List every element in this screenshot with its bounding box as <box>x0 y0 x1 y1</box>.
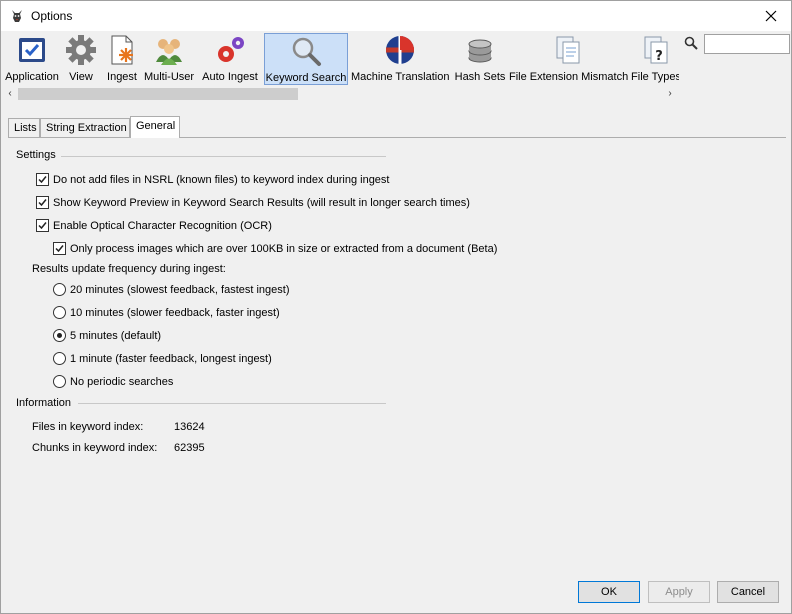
radio-5-minutes[interactable] <box>53 329 66 342</box>
ocr-limit-checkbox[interactable] <box>53 242 66 255</box>
keyword-preview-checkbox-label: Show Keyword Preview in Keyword Search R… <box>53 196 470 209</box>
close-icon <box>765 10 777 22</box>
application-icon <box>19 38 45 62</box>
toolbar-label: File Types <box>631 71 679 83</box>
radio-1-minute[interactable] <box>53 352 66 365</box>
toolbar-hash-sets[interactable]: Hash Sets <box>453 33 507 85</box>
chunks-in-index-value: 62395 <box>174 442 205 454</box>
keyword-preview-checkbox[interactable] <box>36 196 49 209</box>
check-icon <box>38 222 47 230</box>
ocr-checkbox-row[interactable]: Enable Optical Character Recognition (OC… <box>36 219 272 232</box>
update-frequency-label: Results update frequency during ingest: <box>32 263 226 275</box>
nsrl-checkbox[interactable] <box>36 173 49 186</box>
toolbar-label: Auto Ingest <box>202 71 258 83</box>
close-button[interactable] <box>751 1 791 31</box>
radio-10-minutes[interactable] <box>53 306 66 319</box>
gear-icon <box>66 35 96 65</box>
tab-label: Lists <box>14 122 37 134</box>
toolbar-machine-translation[interactable]: Machine Translation <box>351 33 449 85</box>
globe-flags-icon <box>386 36 414 64</box>
radio-10-minutes-row[interactable]: 10 minutes (slower feedback, faster inge… <box>53 306 280 319</box>
information-divider <box>78 403 386 404</box>
svg-text:?: ? <box>655 49 663 64</box>
toolbar-multi-user[interactable]: Multi-User <box>143 33 195 85</box>
autopsy-dog-icon <box>12 10 22 22</box>
toolbar-horizontal-scrollbar[interactable]: ‹ › <box>1 86 679 102</box>
radio-label: 10 minutes (slower feedback, faster inge… <box>70 306 280 319</box>
magnifier-icon <box>292 37 321 66</box>
file-question-icon: ? <box>644 36 668 64</box>
nsrl-checkbox-label: Do not add files in NSRL (known files) t… <box>53 173 390 186</box>
tab-label: String Extraction <box>46 122 127 134</box>
toolbar-view[interactable]: View <box>63 33 99 85</box>
options-window: Options Application View Ingest Multi-Us… <box>0 0 792 614</box>
toolbar-ingest[interactable]: Ingest <box>103 33 141 85</box>
radio-1-minute-row[interactable]: 1 minute (faster feedback, longest inges… <box>53 352 272 365</box>
tab-string-extraction[interactable]: String Extraction <box>40 118 130 137</box>
toolbar-file-types[interactable]: ? File Types <box>629 33 679 85</box>
toolbar-label: Machine Translation <box>351 71 450 83</box>
settings-heading: Settings <box>16 149 56 161</box>
radio-label: 5 minutes (default) <box>70 329 162 342</box>
documents-icon <box>556 36 580 64</box>
radio-label: No periodic searches <box>70 375 174 388</box>
scroll-right-arrow-icon[interactable]: › <box>663 87 677 101</box>
toolbar-label: Keyword Search <box>265 72 347 84</box>
ok-button[interactable]: OK <box>578 581 640 603</box>
toolbar-label: Hash Sets <box>454 71 506 83</box>
keyword-preview-checkbox-row[interactable]: Show Keyword Preview in Keyword Search R… <box>36 196 470 209</box>
files-in-index-label: Files in keyword index: <box>32 421 144 433</box>
scroll-left-arrow-icon[interactable]: ‹ <box>3 87 17 101</box>
toolbar-label: File Extension Mismatch <box>509 71 629 83</box>
search-icon <box>684 36 698 50</box>
files-in-index-value: 13624 <box>174 421 205 433</box>
check-icon <box>38 176 47 184</box>
apply-button[interactable]: Apply <box>648 581 710 603</box>
ingest-icon <box>111 35 133 65</box>
check-icon <box>38 199 47 207</box>
check-icon <box>55 245 64 253</box>
radio-label: 1 minute (faster feedback, longest inges… <box>70 352 272 365</box>
options-toolbar: Application View Ingest Multi-User Auto … <box>1 31 679 85</box>
database-icon <box>468 39 492 63</box>
radio-no-periodic-row[interactable]: No periodic searches <box>53 375 173 388</box>
radio-20-minutes-row[interactable]: 20 minutes (slowest feedback, fastest in… <box>53 283 290 296</box>
toolbar-label: Application <box>5 71 59 83</box>
ocr-limit-checkbox-row[interactable]: Only process images which are over 100KB… <box>53 242 497 255</box>
radio-label: 20 minutes (slowest feedback, fastest in… <box>70 283 290 296</box>
nsrl-checkbox-row[interactable]: Do not add files in NSRL (known files) t… <box>36 173 389 186</box>
settings-divider <box>61 156 386 157</box>
information-heading: Information <box>16 397 72 409</box>
tab-lists[interactable]: Lists <box>8 118 40 137</box>
radio-5-minutes-row[interactable]: 5 minutes (default) <box>53 329 161 342</box>
ocr-checkbox-label: Enable Optical Character Recognition (OC… <box>53 219 272 232</box>
window-title: Options <box>31 9 73 23</box>
scrollbar-thumb[interactable] <box>18 88 298 100</box>
auto-ingest-gears-icon <box>218 37 244 62</box>
title-bar: Options <box>1 1 791 31</box>
toolbar-file-extension-mismatch[interactable]: File Extension Mismatch <box>509 33 629 85</box>
toolbar-keyword-search[interactable]: Keyword Search <box>264 33 348 85</box>
toolbar-auto-ingest[interactable]: Auto Ingest <box>199 33 261 85</box>
ocr-limit-checkbox-label: Only process images which are over 100KB… <box>70 242 498 255</box>
ocr-checkbox[interactable] <box>36 219 49 232</box>
tab-label: General <box>136 120 176 132</box>
toolbar-label: View <box>69 71 93 83</box>
toolbar-label: Multi-User <box>143 71 195 83</box>
toolbar-application[interactable]: Application <box>3 33 61 85</box>
tab-general[interactable]: General <box>130 116 180 138</box>
cancel-button[interactable]: Cancel <box>717 581 779 603</box>
radio-20-minutes[interactable] <box>53 283 66 296</box>
radio-no-periodic[interactable] <box>53 375 66 388</box>
options-search-input[interactable] <box>704 34 790 54</box>
chunks-in-index-label: Chunks in keyword index: <box>32 442 158 454</box>
toolbar-label: Ingest <box>107 71 137 83</box>
users-icon <box>156 39 182 65</box>
